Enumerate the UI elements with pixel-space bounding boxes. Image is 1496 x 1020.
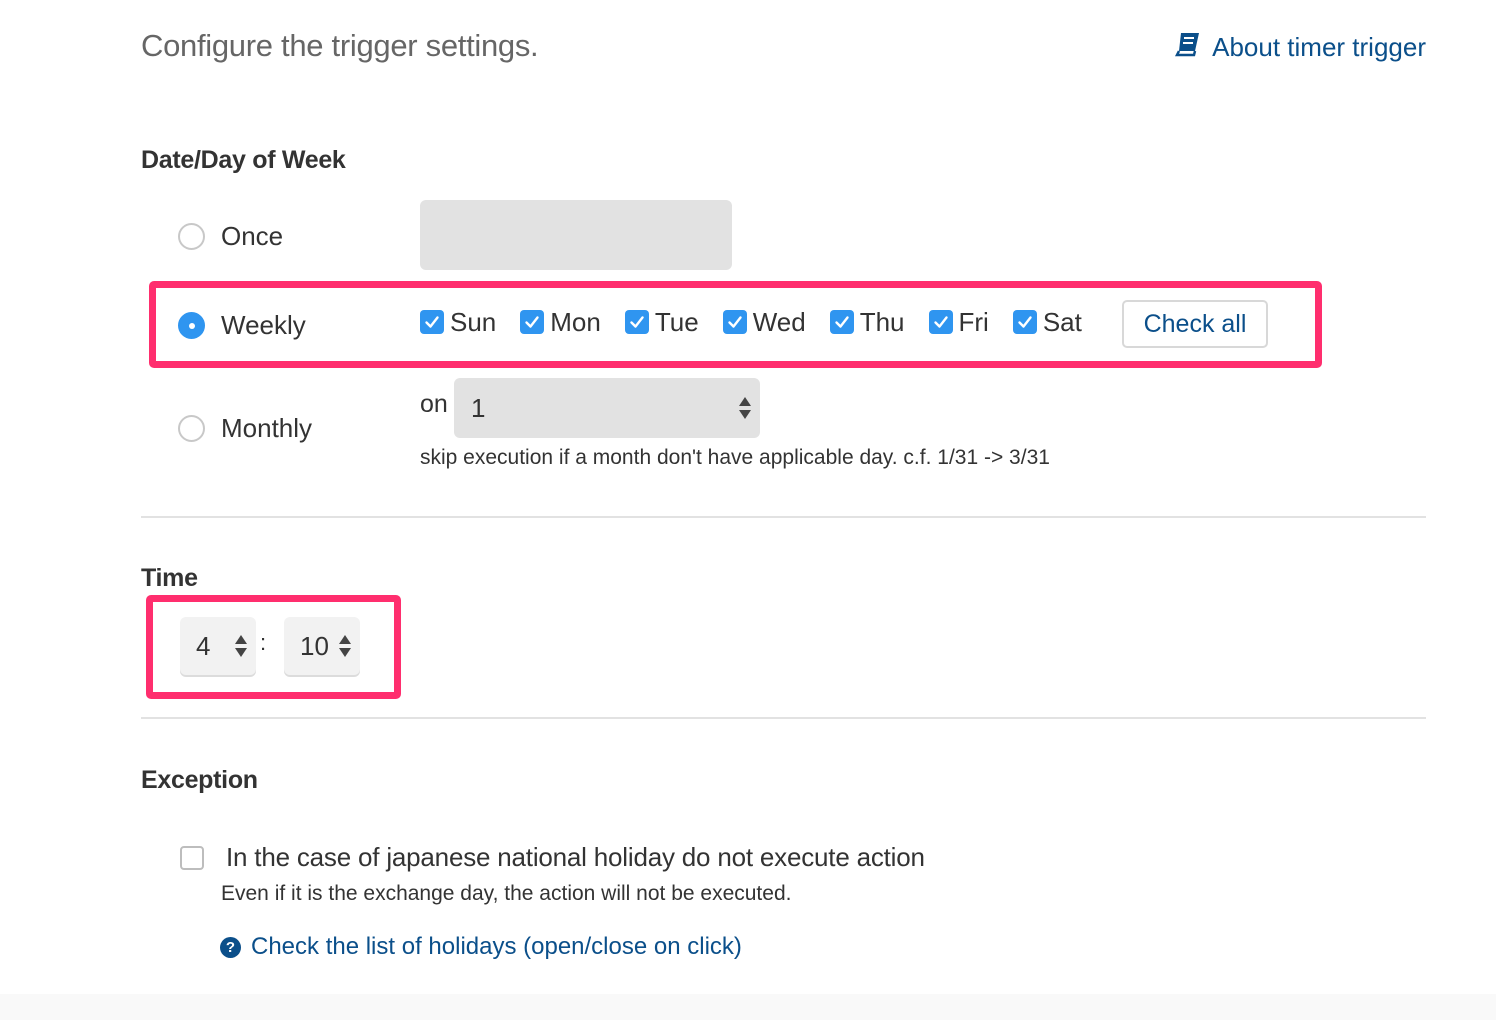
- once-option[interactable]: Once: [178, 221, 283, 252]
- exception-section-title: Exception: [141, 766, 258, 794]
- monthly-note: skip execution if a month don't have app…: [420, 446, 1050, 469]
- check-all-button[interactable]: Check all: [1122, 300, 1268, 348]
- once-label: Once: [221, 221, 284, 251]
- weekday-option-mon[interactable]: Mon: [520, 307, 601, 338]
- weekday-checkbox[interactable]: [722, 310, 747, 334]
- check-icon: [933, 316, 948, 328]
- weekday-option-sun[interactable]: Sun: [420, 307, 496, 338]
- book-icon: [1174, 30, 1202, 65]
- select-arrows-icon: [739, 397, 751, 419]
- question-circle-icon: ?: [220, 936, 241, 958]
- check-icon: [834, 316, 849, 328]
- select-arrows-icon: [235, 635, 247, 657]
- weekday-checkbox[interactable]: [420, 310, 444, 334]
- weekday-option-wed[interactable]: Wed: [722, 306, 806, 338]
- page-title: Configure the trigger settings.: [141, 28, 539, 63]
- hour-select[interactable]: 4: [180, 617, 256, 675]
- monthly-day-value: 1: [471, 392, 486, 423]
- hour-value: 4: [196, 630, 211, 661]
- weekday-checkbox[interactable]: [520, 310, 545, 334]
- weekday-label: Fri: [958, 306, 989, 337]
- weekday-option-tue[interactable]: Tue: [624, 306, 699, 338]
- weekday-checkbox[interactable]: [624, 310, 649, 334]
- once-date-input[interactable]: [420, 200, 732, 270]
- weekday-checkbox[interactable]: [829, 310, 854, 334]
- check-icon: [727, 316, 742, 328]
- weekday-checkboxes: Sun Mon Tue Wed Thu Fri Sat: [420, 305, 1106, 339]
- holiday-exception-option[interactable]: In the case of japanese national holiday…: [180, 842, 925, 873]
- weekday-label: Sat: [1042, 306, 1082, 337]
- weekly-radio[interactable]: [178, 312, 205, 339]
- weekday-checkbox[interactable]: [1012, 310, 1037, 334]
- about-timer-trigger-label: About timer trigger: [1212, 32, 1426, 62]
- holiday-checkbox[interactable]: [180, 845, 204, 870]
- check-icon: [1018, 316, 1032, 328]
- weekly-label: Weekly: [221, 310, 306, 340]
- monthly-option[interactable]: Monthly: [178, 413, 312, 444]
- weekday-option-sat[interactable]: Sat: [1012, 306, 1082, 338]
- weekly-option[interactable]: Weekly: [178, 310, 306, 341]
- check-icon: [630, 316, 644, 328]
- section-divider: [141, 717, 1426, 719]
- check-icon: [525, 316, 539, 328]
- about-timer-trigger-link[interactable]: About timer trigger: [1174, 30, 1426, 65]
- weekday-option-thu[interactable]: Thu: [829, 306, 905, 338]
- weekday-option-fri[interactable]: Fri: [928, 306, 989, 338]
- monthly-day-select[interactable]: 1: [454, 378, 760, 438]
- check-icon: [425, 316, 439, 328]
- page-footer-band: [0, 994, 1496, 1020]
- weekday-label: Tue: [654, 306, 699, 337]
- holiday-checkbox-label: In the case of japanese national holiday…: [226, 842, 925, 872]
- monthly-radio[interactable]: [178, 415, 205, 442]
- section-divider: [141, 516, 1426, 518]
- holiday-list-link[interactable]: ? Check the list of holidays (open/close…: [220, 933, 742, 961]
- once-radio[interactable]: [178, 223, 205, 250]
- select-arrows-icon: [339, 635, 351, 657]
- weekday-label: Sun: [450, 306, 497, 337]
- time-section-title: Time: [141, 564, 198, 592]
- minute-select[interactable]: 10: [284, 617, 360, 675]
- weekday-checkbox[interactable]: [928, 310, 953, 334]
- minute-value: 10: [300, 630, 329, 661]
- time-separator: :: [260, 630, 267, 655]
- holiday-note: Even if it is the exchange day, the acti…: [221, 882, 792, 905]
- weekday-label: Thu: [859, 306, 905, 337]
- weekday-label: Wed: [752, 306, 806, 337]
- date-section-title: Date/Day of Week: [141, 146, 346, 174]
- holiday-list-link-label: Check the list of holidays (open/close o…: [251, 933, 742, 960]
- monthly-on-label: on: [420, 390, 448, 418]
- monthly-label: Monthly: [221, 413, 313, 443]
- weekday-label: Mon: [550, 306, 601, 337]
